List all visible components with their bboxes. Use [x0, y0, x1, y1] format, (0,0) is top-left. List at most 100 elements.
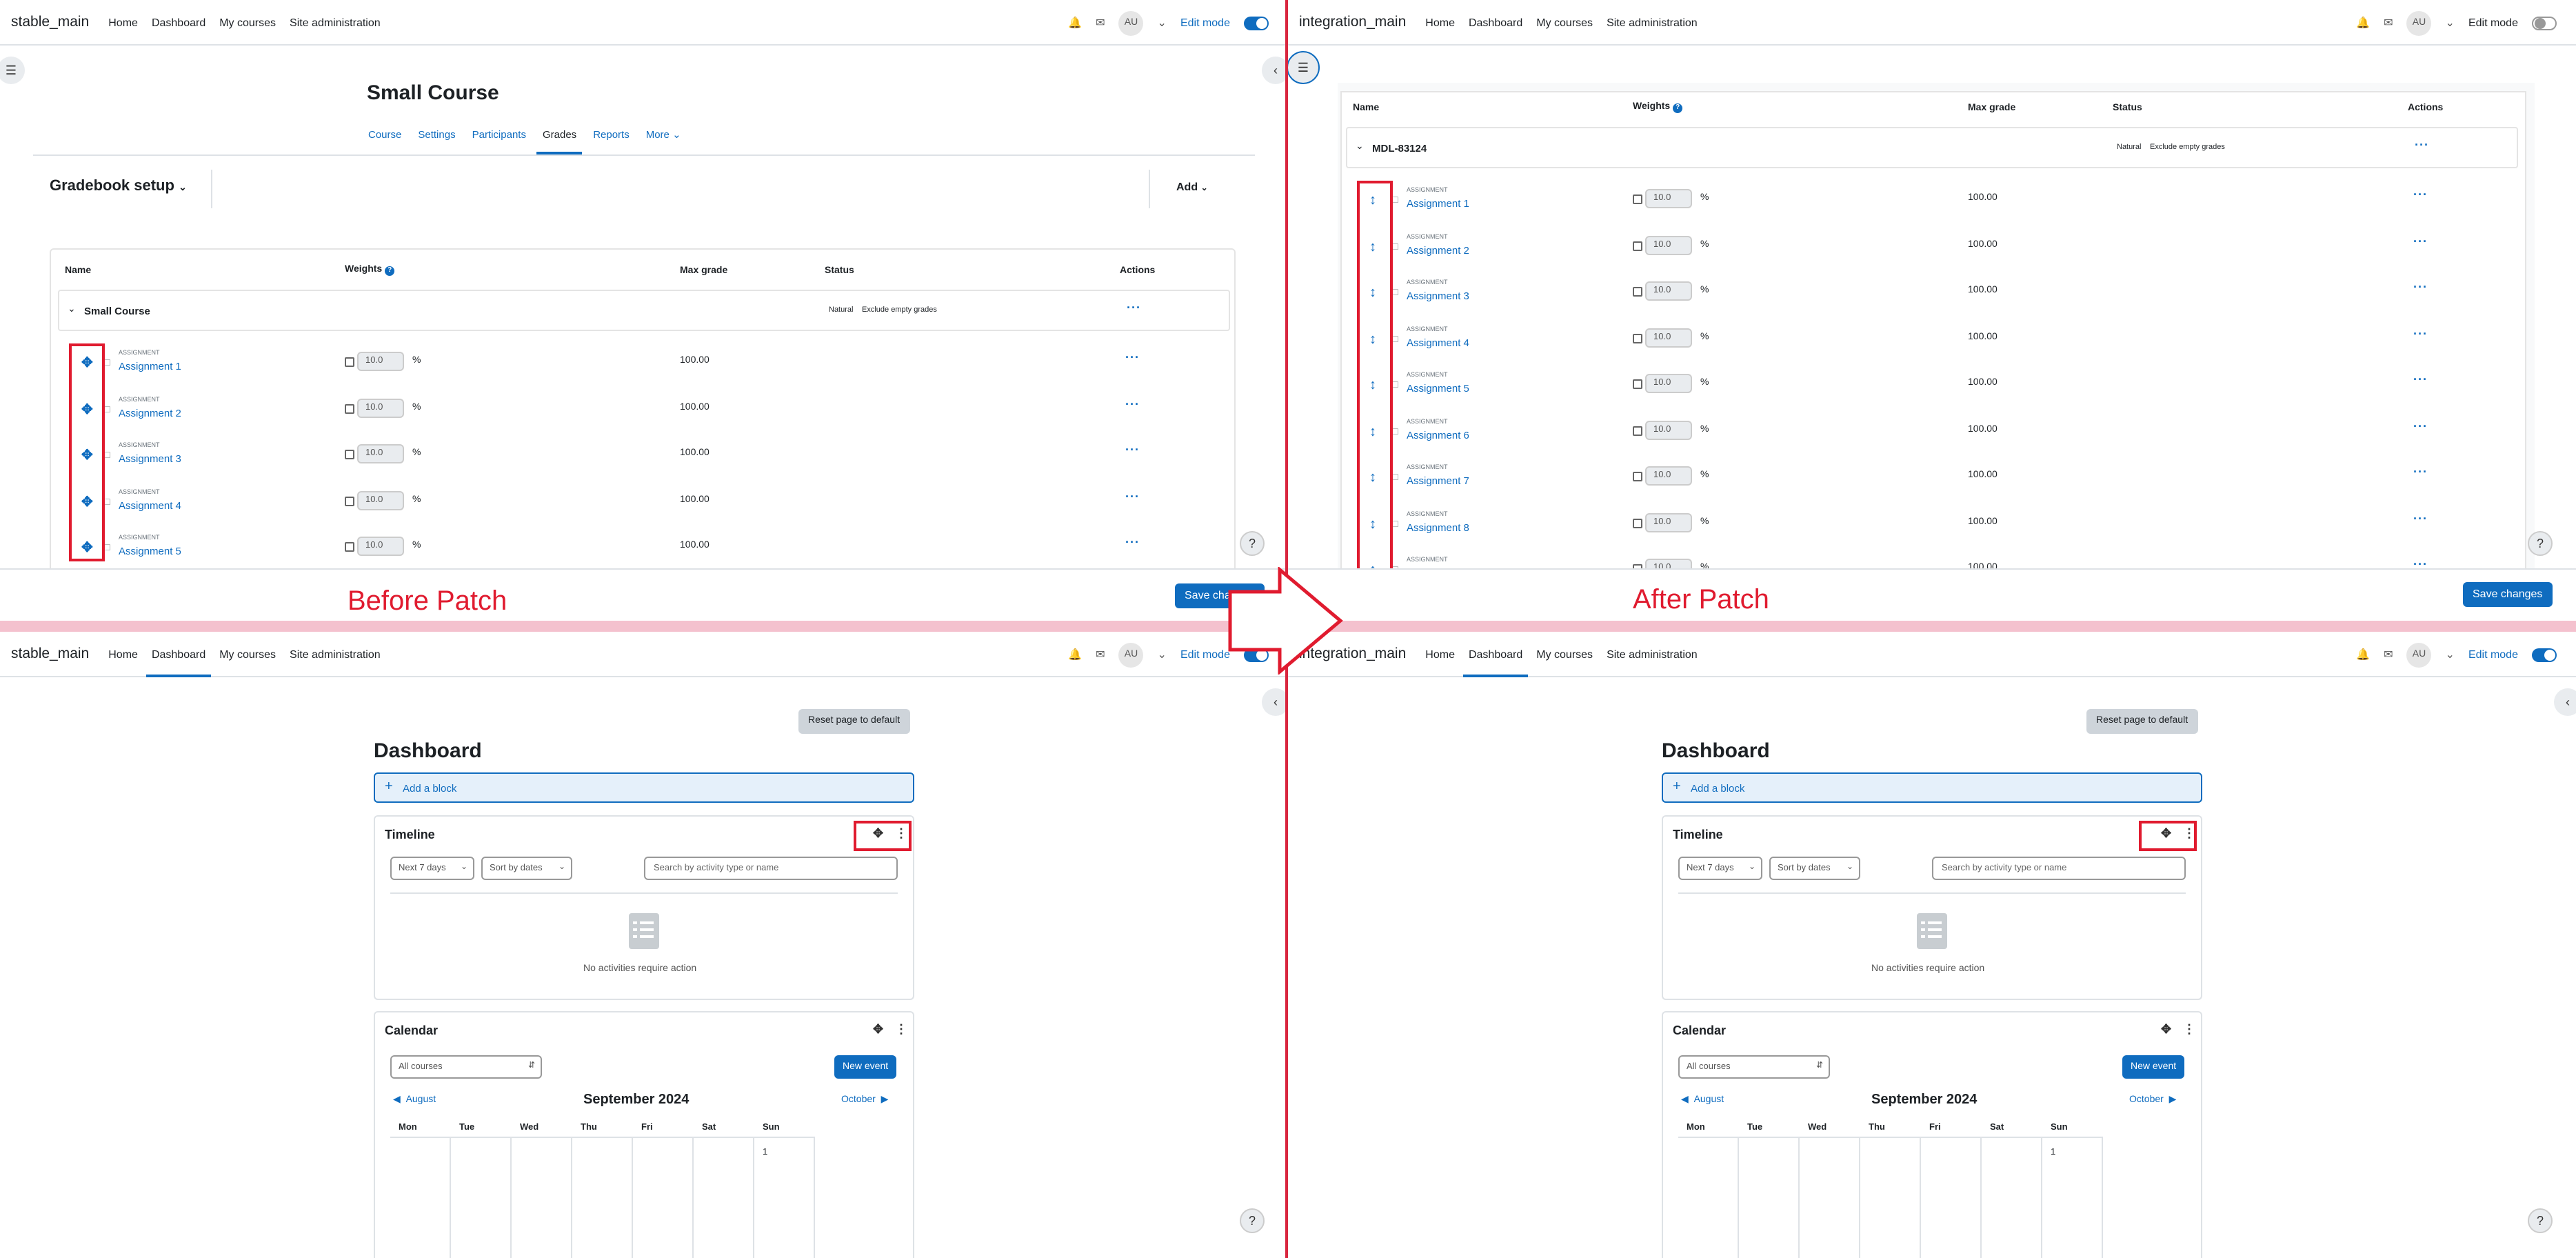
help-button[interactable]: ?	[2528, 1208, 2553, 1233]
weight-input[interactable]: 10.0	[357, 537, 404, 556]
course-filter-select[interactable]: All courses ⇵	[1678, 1055, 1830, 1079]
edit-mode-toggle[interactable]	[1244, 16, 1269, 30]
message-icon[interactable]: ✉	[1096, 17, 1105, 29]
weight-override-checkbox[interactable]	[1633, 426, 1642, 435]
chevron-down-icon[interactable]: ⌄	[1158, 648, 1167, 661]
gradebook-setup-select[interactable]: Gradebook setup ⌄	[50, 178, 187, 194]
next-month-link[interactable]: October ▶	[2129, 1094, 2176, 1105]
weight-input[interactable]: 10.0	[1645, 328, 1692, 347]
sort-select[interactable]: Sort by dates ⌄	[481, 857, 572, 880]
actions-menu-icon[interactable]: ···	[2413, 326, 2428, 340]
save-changes-button[interactable]: Save changes	[2463, 582, 2553, 607]
actions-menu-icon[interactable]: ···	[1125, 489, 1140, 503]
help-icon[interactable]: ?	[1673, 103, 1683, 113]
actions-menu-icon[interactable]: ···	[1125, 535, 1140, 549]
message-icon[interactable]: ✉	[1096, 648, 1105, 661]
help-button[interactable]: ?	[2528, 531, 2553, 556]
block-drawer-button[interactable]: ‹	[1262, 688, 1288, 716]
course-filter-select[interactable]: All courses ⇵	[390, 1055, 542, 1079]
weight-input[interactable]: 10.0	[1645, 466, 1692, 486]
calendar-day-cell[interactable]	[1982, 1137, 2042, 1258]
weight-override-checkbox[interactable]	[345, 403, 354, 413]
weight-input[interactable]: 10.0	[357, 352, 404, 371]
actions-menu-icon[interactable]: ···	[2413, 372, 2428, 386]
move-icon[interactable]: ✥	[2161, 1022, 2171, 1037]
weight-override-checkbox[interactable]	[1633, 472, 1642, 481]
date-range-select[interactable]: Next 7 days ⌄	[1678, 857, 1762, 880]
calendar-day-cell[interactable]	[694, 1137, 754, 1258]
avatar[interactable]: AU	[1118, 10, 1144, 35]
weight-input[interactable]: 10.0	[357, 444, 404, 463]
nav-my-courses[interactable]: My courses	[219, 0, 276, 45]
chevron-down-icon[interactable]: ⌄	[68, 303, 76, 314]
bell-icon[interactable]: 🔔	[2356, 648, 2370, 661]
item-name-link[interactable]: Assignment 1	[119, 360, 181, 372]
calendar-day-cell[interactable]	[633, 1137, 694, 1258]
actions-menu-icon[interactable]: ···	[2415, 138, 2429, 152]
item-name-link[interactable]: Assignment 8	[1407, 521, 1469, 533]
calendar-day-cell[interactable]	[1739, 1137, 1800, 1258]
nav-home[interactable]: Home	[1425, 0, 1455, 45]
tab-reports[interactable]: Reports	[593, 128, 639, 152]
weight-input[interactable]: 10.0	[357, 490, 404, 510]
kebab-menu-icon[interactable]: ⋮	[2183, 1022, 2195, 1037]
chevron-down-icon[interactable]: ⌄	[1158, 17, 1167, 29]
bell-icon[interactable]: 🔔	[1068, 17, 1082, 29]
avatar[interactable]: AU	[2406, 10, 2432, 35]
nav-site-admin[interactable]: Site administration	[1607, 0, 1698, 45]
calendar-day-cell[interactable]	[1678, 1137, 1739, 1258]
nav-home[interactable]: Home	[1425, 632, 1455, 677]
date-range-select[interactable]: Next 7 days ⌄	[390, 857, 474, 880]
next-month-link[interactable]: October ▶	[841, 1094, 888, 1105]
new-event-button[interactable]: New event	[834, 1055, 897, 1079]
tab-grades[interactable]: Grades	[537, 128, 586, 154]
prev-month-link[interactable]: ◀ August	[393, 1094, 436, 1105]
help-button[interactable]: ?	[1240, 1208, 1265, 1233]
calendar-day-cell[interactable]	[512, 1137, 572, 1258]
weight-input[interactable]: 10.0	[1645, 374, 1692, 393]
weight-input[interactable]: 10.0	[357, 398, 404, 417]
actions-menu-icon[interactable]: ···	[2413, 188, 2428, 201]
nav-home[interactable]: Home	[108, 632, 138, 677]
kebab-menu-icon[interactable]: ⋮	[895, 1022, 907, 1037]
item-name-link[interactable]: Assignment 2	[1407, 243, 1469, 256]
reset-page-button[interactable]: Reset page to default	[798, 709, 910, 734]
edit-mode-toggle[interactable]	[2532, 16, 2557, 30]
item-name-link[interactable]: Assignment 1	[1407, 197, 1469, 210]
nav-site-admin[interactable]: Site administration	[290, 0, 381, 45]
nav-my-courses[interactable]: My courses	[1536, 0, 1593, 45]
add-menu-button[interactable]: Add ⌄	[1176, 181, 1208, 193]
help-button[interactable]: ?	[1240, 531, 1265, 556]
message-icon[interactable]: ✉	[2384, 17, 2393, 29]
nav-my-courses[interactable]: My courses	[219, 632, 276, 677]
move-icon[interactable]: ✥	[873, 1022, 883, 1037]
calendar-day-cell[interactable]	[1921, 1137, 1982, 1258]
tab-participants[interactable]: Participants	[472, 128, 536, 152]
weight-override-checkbox[interactable]	[1633, 333, 1642, 343]
item-name-link[interactable]: Assignment 2	[119, 406, 181, 419]
nav-dashboard[interactable]: Dashboard	[145, 632, 212, 677]
chevron-down-icon[interactable]: ⌄	[1356, 141, 1364, 152]
site-brand[interactable]: stable_main	[11, 14, 89, 30]
weight-override-checkbox[interactable]	[345, 542, 354, 552]
weight-input[interactable]: 10.0	[1645, 189, 1692, 208]
item-name-link[interactable]: Assignment 6	[1407, 428, 1469, 441]
nav-my-courses[interactable]: My courses	[1536, 632, 1593, 677]
new-event-button[interactable]: New event	[2122, 1055, 2185, 1079]
item-name-link[interactable]: Assignment 3	[1407, 290, 1469, 302]
actions-menu-icon[interactable]: ···	[2413, 465, 2428, 479]
nav-dashboard[interactable]: Dashboard	[1469, 0, 1522, 45]
weight-override-checkbox[interactable]	[345, 450, 354, 459]
weight-override-checkbox[interactable]	[1633, 379, 1642, 389]
weight-override-checkbox[interactable]	[1633, 518, 1642, 528]
calendar-day-cell[interactable]	[1800, 1137, 1860, 1258]
weight-input[interactable]: 10.0	[1645, 420, 1692, 439]
calendar-day-cell[interactable]	[1860, 1137, 1921, 1258]
nav-dashboard[interactable]: Dashboard	[1462, 632, 1529, 677]
avatar[interactable]: AU	[1118, 642, 1144, 667]
bell-icon[interactable]: 🔔	[2356, 17, 2370, 29]
prev-month-link[interactable]: ◀ August	[1681, 1094, 1724, 1105]
search-input[interactable]: Search by activity type or name	[644, 857, 898, 880]
nav-dashboard[interactable]: Dashboard	[152, 0, 205, 45]
nav-site-admin[interactable]: Site administration	[1607, 632, 1698, 677]
